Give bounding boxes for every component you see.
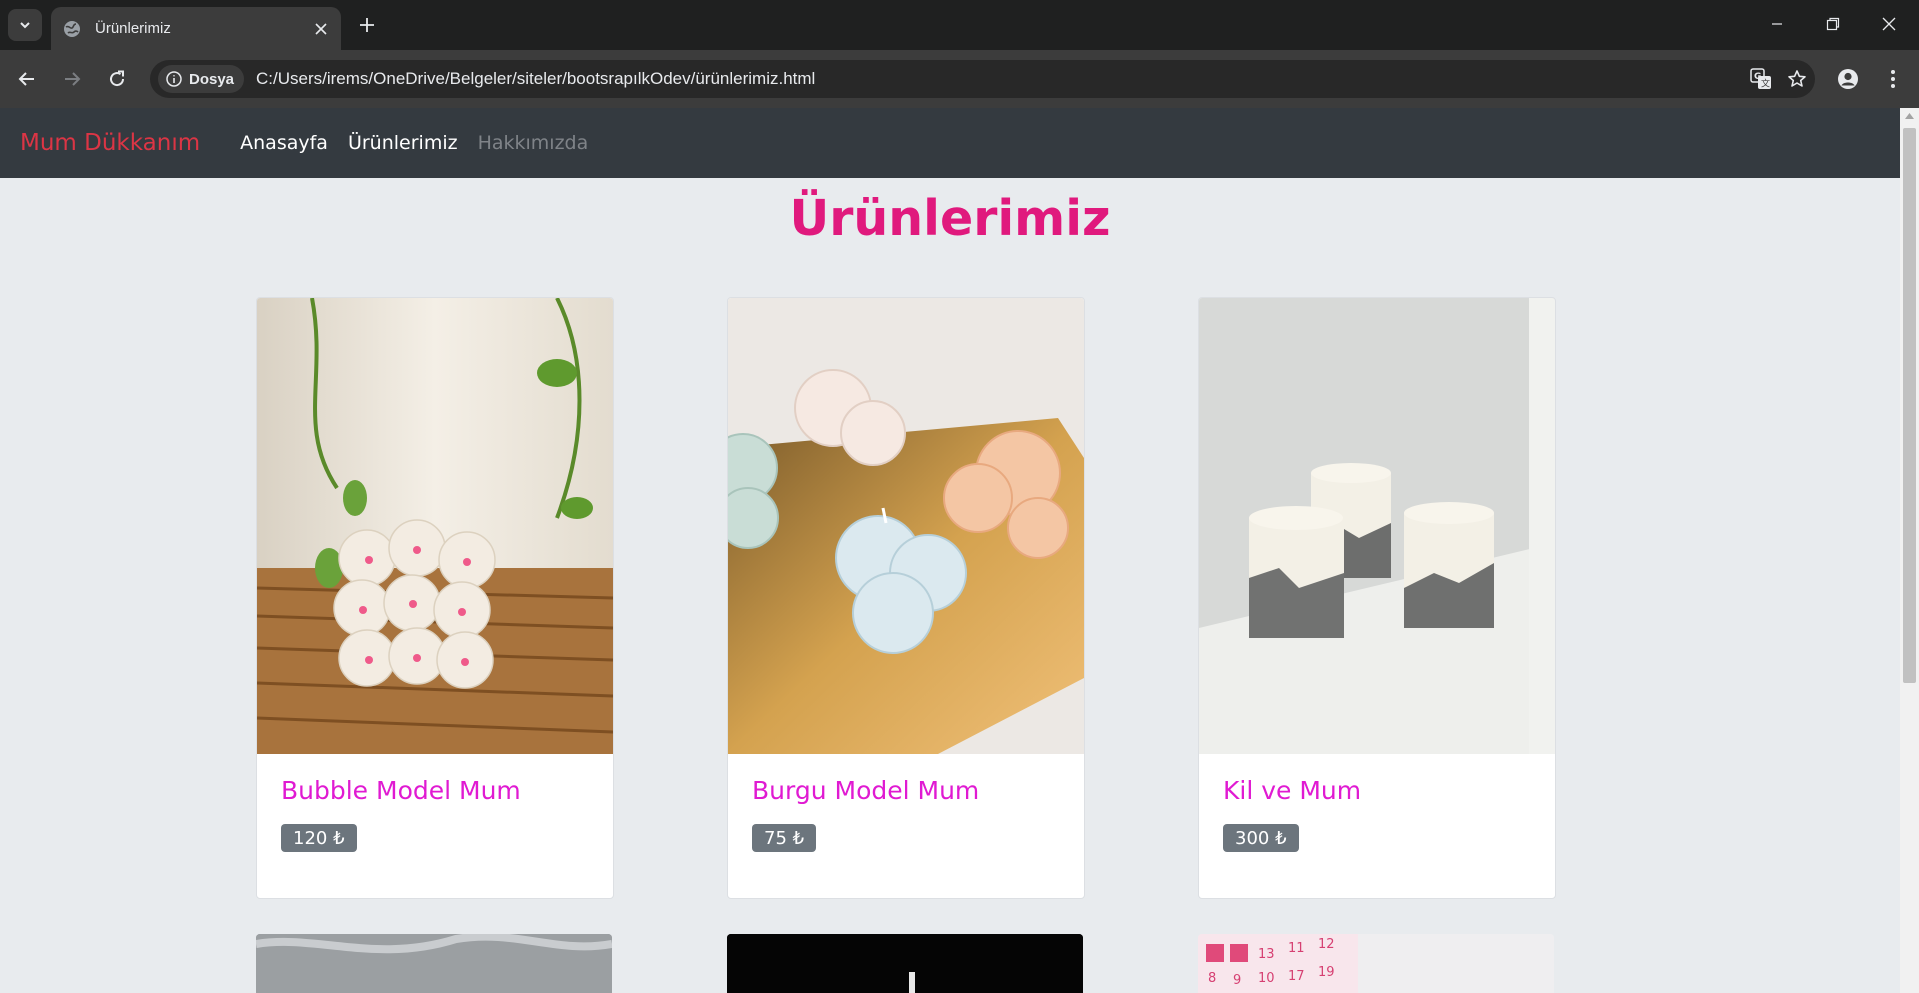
page-viewport: Mum Dükkanım Anasayfa Ürünlerimiz Hakkım… [0,108,1900,993]
close-window-button[interactable] [1861,0,1917,48]
nav-link-hakkimizda[interactable]: Hakkımızda [468,132,599,154]
nav-link-urunlerimiz[interactable]: Ürünlerimiz [338,132,468,154]
product-image-partial [727,934,1083,993]
star-icon [1788,70,1806,87]
card-body: Bubble Model Mum 120 ₺ [257,754,613,898]
globe-icon [64,20,80,37]
product-card-partial: 13 11 12 8 9 10 17 19 [1198,934,1554,993]
plus-icon [360,18,374,32]
site-info-label: Dosya [189,70,235,88]
scroll-thumb[interactable] [1903,128,1916,683]
info-icon [166,71,182,87]
tab-close-button[interactable] [307,15,335,43]
more-vert-icon [1891,70,1895,88]
product-image-partial [256,934,612,993]
product-title: Kil ve Mum [1223,776,1362,805]
url-text: C:/Users/irems/OneDrive/Belgeler/siteler… [256,69,816,88]
svg-text:17: 17 [1288,969,1305,984]
price-badge: 75 ₺ [752,824,817,852]
navbar-brand[interactable]: Mum Dükkanım [20,130,200,156]
svg-text:12: 12 [1318,937,1335,952]
site-navbar: Mum Dükkanım Anasayfa Ürünlerimiz Hakkım… [0,108,1900,178]
nav-link-anasayfa[interactable]: Anasayfa [230,132,338,154]
product-image-kil [1199,298,1555,754]
price-badge: 120 ₺ [281,824,357,852]
profile-button[interactable] [1831,62,1865,96]
product-card: Kil ve Mum 300 ₺ [1198,297,1556,899]
translate-icon: G文 [1750,68,1771,90]
page-title: Ürünlerimiz [789,190,1111,247]
tab-title: Ürünlerimiz [95,20,171,37]
calendar-image-partial: 13 11 12 8 9 10 17 19 [1198,934,1554,993]
tab-search-button[interactable] [8,9,42,41]
price-badge: 300 ₺ [1223,824,1299,852]
product-title: Bubble Model Mum [281,776,521,805]
product-card-partial [256,934,612,993]
chevron-down-icon [20,22,30,29]
product-image-bubble [257,298,613,754]
arrow-right-icon [65,72,81,86]
product-card-partial [727,934,1083,993]
back-button[interactable] [10,62,44,96]
svg-text:9: 9 [1233,973,1241,988]
scroll-up-arrow[interactable] [1900,108,1919,124]
browser-toolbar: Dosya C:/Users/irems/OneDrive/Belgeler/s… [0,50,1919,108]
svg-text:10: 10 [1258,971,1275,986]
avatar-icon [1838,69,1858,89]
nav-links: Anasayfa Ürünlerimiz Hakkımızda [230,132,598,154]
browser-tabstrip: Ürünlerimiz [0,0,1919,50]
restore-icon [1826,17,1840,31]
browser-tab[interactable]: Ürünlerimiz [51,7,341,50]
card-body: Burgu Model Mum 75 ₺ [728,754,1084,898]
svg-text:13: 13 [1258,947,1275,962]
product-card: Bubble Model Mum 120 ₺ [256,297,614,899]
arrow-left-icon [18,72,34,86]
product-title: Burgu Model Mum [752,776,980,805]
site-info-chip[interactable]: Dosya [158,65,245,93]
svg-text:19: 19 [1318,965,1335,980]
minimize-button[interactable] [1749,0,1805,48]
svg-text:8: 8 [1208,971,1216,986]
forward-button[interactable] [55,62,89,96]
bookmark-button[interactable] [1779,61,1815,97]
new-tab-button[interactable] [352,10,382,40]
product-image-burgu [728,298,1084,754]
minimize-icon [1772,23,1782,25]
address-bar[interactable]: Dosya C:/Users/irems/OneDrive/Belgeler/s… [150,60,1815,98]
card-body: Kil ve Mum 300 ₺ [1199,754,1555,898]
product-card: Burgu Model Mum 75 ₺ [727,297,1085,899]
close-icon [1882,17,1896,31]
menu-button[interactable] [1876,62,1910,96]
reload-icon [110,70,125,87]
close-icon [315,22,327,35]
translate-button[interactable]: G文 [1743,61,1779,97]
svg-text:文: 文 [1761,78,1770,90]
restore-button[interactable] [1805,0,1861,48]
caret-up-icon [1905,113,1914,119]
svg-text:11: 11 [1288,941,1305,956]
page-scrollbar[interactable] [1900,108,1919,993]
reload-button[interactable] [100,62,134,96]
